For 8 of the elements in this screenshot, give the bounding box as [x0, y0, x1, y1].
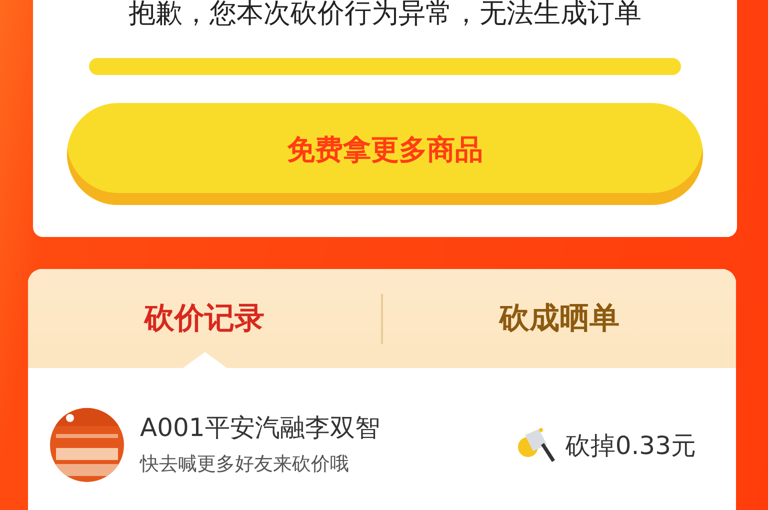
cleaver-icon: [517, 427, 558, 463]
cut-amount: 砍掉0.33元: [565, 430, 696, 462]
record-message: 快去喊更多好友来砍价哦: [140, 452, 350, 477]
more-products-button[interactable]: 免费拿更多商品: [67, 103, 703, 205]
error-message: 抱歉，您本次砍价行为异常，无法生成订单: [128, 0, 642, 28]
tab[interactable]: 砍成晒单: [383, 269, 736, 368]
tab[interactable]: 砍价记录: [28, 269, 381, 368]
user-name: A001平安汽融李双智: [140, 412, 381, 444]
